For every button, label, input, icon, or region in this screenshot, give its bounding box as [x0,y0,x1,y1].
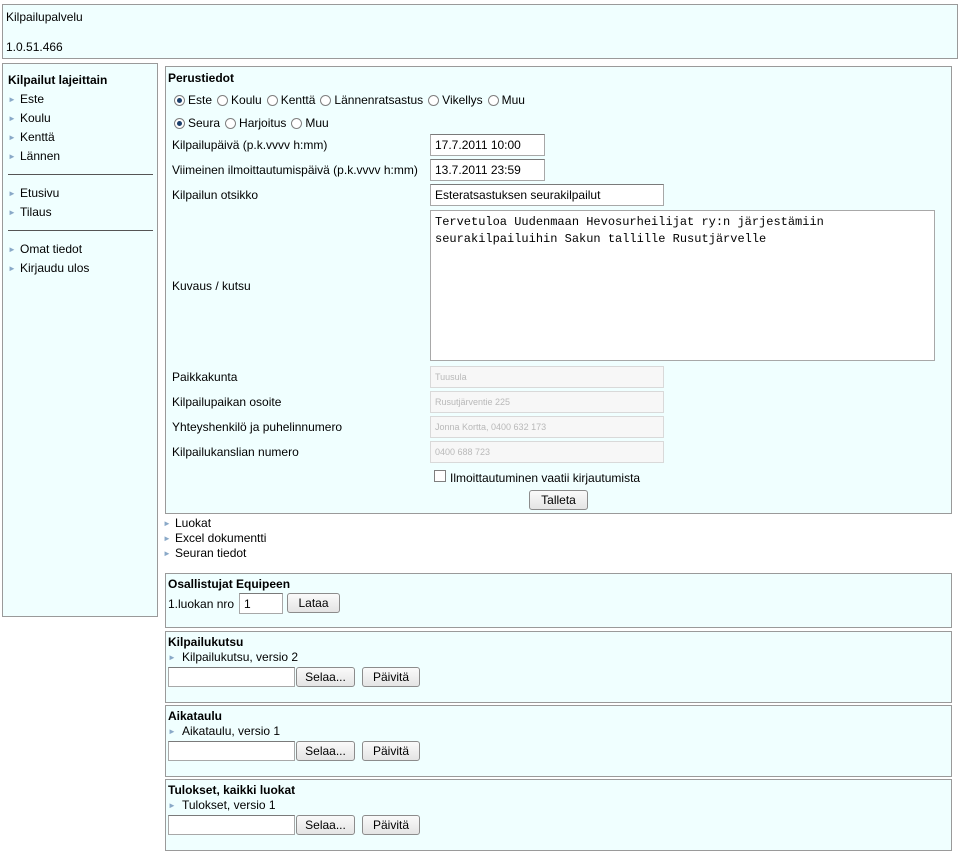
place-label: Paikkakunta [172,370,238,384]
results-update-button[interactable]: Päivitä [362,815,420,835]
office-number-label: Kilpailukanslian numero [172,445,299,459]
app-title: Kilpailupalvelu [6,10,83,24]
radio-koulu[interactable] [217,94,229,106]
equipe-panel: Osallistujat Equipeen 1.luokan nro 1 Lat… [165,573,952,628]
arrow-right-icon: ► [168,653,176,662]
results-panel: Tulokset, kaikki luokat ► Tulokset, versi… [165,779,952,851]
class-number-label: 1.luokan nro [168,597,235,611]
invitation-update-button[interactable]: Päivitä [362,667,420,687]
office-number-input[interactable]: 0400 688 723 [430,441,664,463]
radio-muu[interactable] [487,94,499,106]
radio-type-muu[interactable] [291,117,303,129]
arrow-right-icon: ► [8,245,16,254]
schedule-panel: Aikataulu ► Aikataulu, versio 1 Selaa... … [165,705,952,777]
date-input[interactable]: 17.7.2011 10:00 [430,134,545,156]
invitation-file-input[interactable] [168,667,295,687]
login-required-checkbox[interactable] [434,470,446,482]
deadline-label: Viimeinen ilmoittautumispäivä (p.k.vvvv … [172,163,418,177]
contact-label: Yhteyshenkilö ja puhelinnumero [172,420,343,434]
load-button[interactable]: Lataa [287,593,340,613]
link-luokat[interactable]: ► Luokat [163,516,211,531]
results-file-input[interactable] [168,815,295,835]
arrow-right-icon: ► [8,95,16,104]
results-title: Tulokset, kaikki luokat [168,783,296,797]
arrow-right-icon: ► [8,133,16,142]
invitation-browse-button[interactable]: Selaa... [296,667,355,687]
sidebar-item-koulu[interactable]: ► Koulu [8,110,51,126]
sidebar-item-lannen[interactable]: ► Lännen [8,148,60,164]
arrow-right-icon: ► [168,727,176,736]
deadline-input[interactable]: 13.7.2011 23:59 [430,159,545,181]
arrow-right-icon: ► [8,189,16,198]
sidebar-item-omat-tiedot[interactable]: ► Omat tiedot [8,241,82,257]
type-radio-group: Seura Harjoitus Muu [174,115,334,131]
date-label: Kilpailupäivä (p.k.vvvv h:mm) [172,138,328,152]
sidebar-item-este[interactable]: ► Este [8,91,44,107]
arrow-right-icon: ► [8,114,16,123]
schedule-document-link[interactable]: ► Aikataulu, versio 1 [168,724,280,738]
sidebar-item-etusivu[interactable]: ► Etusivu [8,185,59,201]
sidebar-item-kentta[interactable]: ► Kenttä [8,129,55,145]
app-version: 1.0.51.466 [6,40,63,54]
schedule-browse-button[interactable]: Selaa... [296,741,355,761]
invitation-title: Kilpailukutsu [168,635,244,649]
arrow-right-icon: ► [8,264,16,273]
radio-lannenratsastus[interactable] [320,94,332,106]
arrow-right-icon: ► [163,534,171,543]
arrow-right-icon: ► [163,549,171,558]
results-document-link[interactable]: ► Tulokset, versio 1 [168,798,276,812]
schedule-update-button[interactable]: Päivitä [362,741,420,761]
invitation-panel: Kilpailukutsu ► Kilpailukutsu, versio 2 S… [165,631,952,703]
link-seuran-tiedot[interactable]: ► Seuran tiedot [163,546,246,561]
radio-seura[interactable] [174,117,185,129]
sidebar-divider [8,174,153,175]
contact-input[interactable]: Jonna Kortta, 0400 632 173 [430,416,664,438]
competition-title-input[interactable]: Esteratsastuksen seurakilpailut [430,184,664,206]
app-header: Kilpailupalvelu 1.0.51.466 [2,4,958,59]
sidebar-item-tilaus[interactable]: ► Tilaus [8,204,52,220]
link-excel-dokumentti[interactable]: ► Excel dokumentti [163,531,266,546]
competition-title-label: Kilpailun otsikko [172,188,259,202]
schedule-file-input[interactable] [168,741,295,761]
save-button[interactable]: Talleta [529,490,588,510]
arrow-right-icon: ► [8,152,16,161]
login-required-label: Ilmoittautuminen vaatii kirjautumista [450,471,641,485]
arrow-right-icon: ► [8,208,16,217]
equipe-title: Osallistujat Equipeen [168,577,291,591]
description-textarea[interactable]: Tervetuloa Uudenmaan Hevosurheilijat ry:… [430,210,935,361]
radio-este[interactable] [174,94,185,106]
section-title: Perustiedot [168,71,235,85]
arrow-right-icon: ► [168,801,176,810]
address-input[interactable]: Rusutjärventie 225 [430,391,664,413]
results-browse-button[interactable]: Selaa... [296,815,355,835]
sidebar-item-kirjaudu-ulos[interactable]: ► Kirjaudu ulos [8,260,89,276]
address-label: Kilpailupaikan osoite [172,395,282,409]
discipline-radio-group: Este Koulu Kenttä Lännenratsastus Vikell… [174,92,530,108]
invitation-document-link[interactable]: ► Kilpailukutsu, versio 2 [168,650,298,664]
sidebar-divider [8,230,153,231]
schedule-title: Aikataulu [168,709,223,723]
radio-harjoitus[interactable] [225,117,237,129]
description-label: Kuvaus / kutsu [172,279,251,293]
basic-info-form: Perustiedot Este Koulu Kenttä Lännenrats… [165,66,952,514]
sidebar-heading: Kilpailut lajeittain [8,73,108,87]
radio-kentta[interactable] [266,94,278,106]
arrow-right-icon: ► [163,519,171,528]
class-number-input[interactable]: 1 [239,593,283,614]
place-input[interactable]: Tuusula [430,366,664,388]
radio-vikellys[interactable] [428,94,440,106]
sidebar: Kilpailut lajeittain ► Este ► Koulu ► Kentt… [2,63,158,617]
